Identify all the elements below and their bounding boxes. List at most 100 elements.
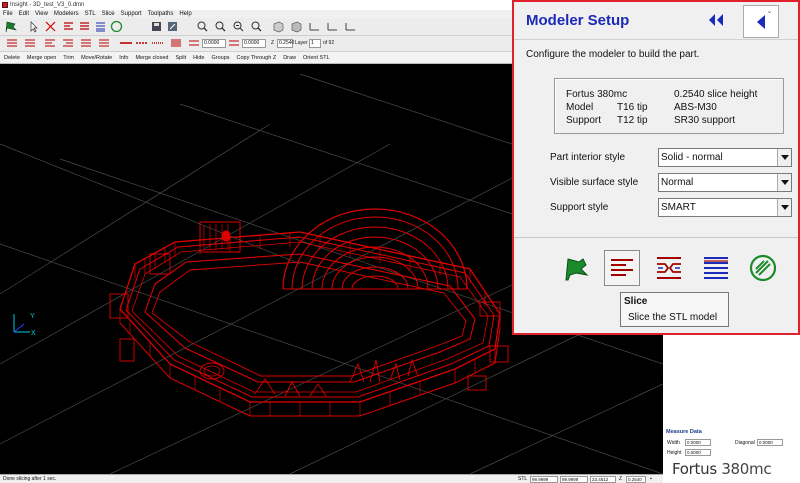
- status-value-2: 99.9999: [560, 476, 588, 483]
- axis-x-label: X: [31, 330, 36, 337]
- back-button[interactable]: ⌄: [743, 5, 779, 38]
- status-value-3: 23.4512: [590, 476, 616, 483]
- menu-support[interactable]: Support: [121, 10, 142, 18]
- trim-icon[interactable]: [44, 20, 57, 33]
- create-toolpaths-button[interactable]: [698, 250, 734, 286]
- measure-diagonal-field[interactable]: 0.0000: [757, 439, 783, 446]
- move-rotate-button[interactable]: Move/Rotate: [81, 52, 112, 63]
- measure-width-field[interactable]: 0.0000: [685, 439, 711, 446]
- tooltip-title: Slice: [624, 296, 648, 307]
- chevron-down-icon: [777, 149, 791, 166]
- menu-stl[interactable]: STL: [85, 10, 96, 18]
- view-top-icon[interactable]: [272, 20, 285, 33]
- measure-height-label: Height: [667, 450, 682, 456]
- curve-2-icon[interactable]: [62, 38, 74, 49]
- menu-edit[interactable]: Edit: [19, 10, 29, 18]
- spiral-icon: [749, 254, 777, 282]
- copy-through-z-button[interactable]: Copy Through Z: [237, 52, 277, 63]
- build-button[interactable]: [745, 250, 781, 286]
- view-front-icon[interactable]: [290, 20, 303, 33]
- view-iso-icon[interactable]: [326, 20, 339, 33]
- flag-icon[interactable]: [4, 20, 17, 33]
- interior-style-label: Part interior style: [550, 152, 626, 163]
- delete-button[interactable]: Delete: [4, 52, 20, 63]
- panel-instructions: Configure the modeler to build the part.: [526, 49, 700, 60]
- menu-modelers[interactable]: Modelers: [54, 10, 79, 18]
- measure-width-label: Width: [667, 440, 680, 446]
- edit-toolbar: Delete Merge open Trim Move/Rotate Info …: [0, 52, 512, 64]
- measure-height-field[interactable]: 0.0000: [685, 449, 711, 456]
- dropdown-chevron-icon: ⌄: [766, 9, 772, 15]
- trim-button[interactable]: Trim: [63, 52, 74, 63]
- menu-slice[interactable]: Slice: [102, 10, 115, 18]
- interior-style-select[interactable]: Solid - normal: [658, 148, 792, 167]
- curve-icon[interactable]: [44, 38, 56, 49]
- surface-style-select[interactable]: Normal: [658, 173, 792, 192]
- line-dot-icon[interactable]: [152, 38, 164, 49]
- support-tip: T12 tip: [617, 115, 648, 126]
- layer-up-icon[interactable]: [6, 38, 18, 49]
- merge-open-button[interactable]: Merge open: [27, 52, 56, 63]
- tooltip-description: Slice the STL model: [628, 312, 718, 323]
- height-icon[interactable]: [228, 38, 240, 49]
- menu-toolpaths[interactable]: Toolpaths: [148, 10, 174, 18]
- layer-down-icon[interactable]: [24, 38, 36, 49]
- menu-bar: File Edit View Modelers STL Slice Suppor…: [0, 10, 512, 18]
- curve-4-icon[interactable]: [98, 38, 110, 49]
- main-toolbar: [0, 18, 512, 36]
- zoom-window-icon[interactable]: [214, 20, 227, 33]
- modeler-info-box: Fortus 380mc 0.2540 slice height Model T…: [554, 78, 784, 134]
- export-icon[interactable]: [166, 20, 179, 33]
- supports-icon: [657, 257, 681, 279]
- info-button[interactable]: Info: [119, 52, 128, 63]
- groups-button[interactable]: Groups: [211, 52, 229, 63]
- curve-3-icon[interactable]: [80, 38, 92, 49]
- draw-button[interactable]: Draw: [283, 52, 296, 63]
- status-value-1: 99.9999: [530, 476, 558, 483]
- select-icon[interactable]: [28, 20, 41, 33]
- view-side-icon[interactable]: [308, 20, 321, 33]
- support-tool-icon[interactable]: [78, 20, 91, 33]
- height-field[interactable]: 0.0000: [242, 39, 266, 48]
- layer-toolbar: 0.0000 0.0000 Z 0.2540 Layer 1 of 92: [0, 36, 512, 52]
- window-titlebar: Insight - 3D_test_V3_0.dmn: [0, 0, 512, 10]
- measure-data-panel: Measure Data Width 0.0000 Diagonal 0.000…: [663, 428, 800, 460]
- split-button[interactable]: Split: [175, 52, 186, 63]
- status-message: Done slicing after 1 sec.: [3, 476, 57, 482]
- layer-field[interactable]: 1: [309, 39, 321, 48]
- width-icon[interactable]: [188, 38, 200, 49]
- slice-icon: [611, 259, 633, 276]
- z-field[interactable]: 0.2540: [277, 39, 294, 48]
- modeler-setup-panel: Modeler Setup ⌄ Configure the modeler to…: [512, 0, 800, 335]
- merge-closed-button[interactable]: Merge closed: [135, 52, 168, 63]
- line-dash-icon[interactable]: [136, 38, 148, 49]
- menu-help[interactable]: Help: [179, 10, 191, 18]
- line-solid-icon[interactable]: [120, 38, 132, 49]
- slice-tool-icon[interactable]: [62, 20, 75, 33]
- support-style-value: SMART: [661, 202, 696, 213]
- build-flag-button[interactable]: [558, 250, 594, 286]
- spiral-icon[interactable]: [110, 20, 123, 33]
- zoom-fit-icon[interactable]: [250, 20, 263, 33]
- zoom-out-icon[interactable]: [232, 20, 245, 33]
- slice-button[interactable]: [604, 250, 640, 286]
- status-stl-label: STL: [518, 476, 528, 482]
- toolpath-tool-icon[interactable]: [94, 20, 107, 33]
- menu-file[interactable]: File: [3, 10, 13, 18]
- modeler-name: Fortus 380mc: [566, 89, 628, 100]
- collapse-button[interactable]: [700, 7, 732, 33]
- view-persp-icon[interactable]: [344, 20, 357, 33]
- hide-button[interactable]: Hide: [193, 52, 204, 63]
- menu-view[interactable]: View: [35, 10, 48, 18]
- model-label: Model: [566, 102, 594, 113]
- model-material: ABS-M30: [674, 102, 717, 113]
- support-style-select[interactable]: SMART: [658, 198, 792, 217]
- zoom-in-icon[interactable]: [196, 20, 209, 33]
- save-icon[interactable]: [150, 20, 163, 33]
- model-tip: T16 tip: [617, 102, 648, 113]
- surface-style-label: Visible surface style: [550, 177, 639, 188]
- orient-stl-button[interactable]: Orient STL: [303, 52, 330, 63]
- width-field[interactable]: 0.0000: [202, 39, 226, 48]
- create-supports-button[interactable]: [651, 250, 687, 286]
- fill-icon[interactable]: [170, 38, 182, 49]
